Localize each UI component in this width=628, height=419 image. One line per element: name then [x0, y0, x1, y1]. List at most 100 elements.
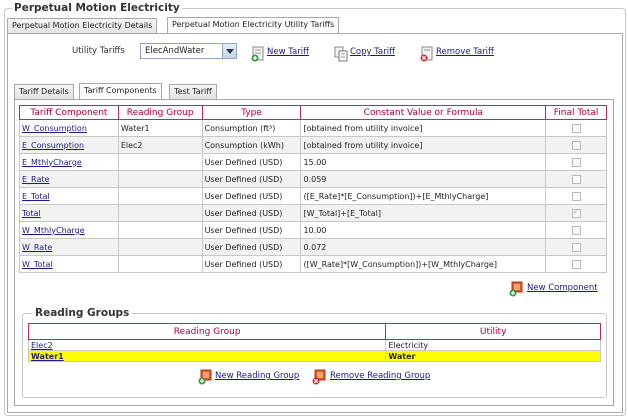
final-total-checkbox[interactable] — [571, 157, 581, 167]
remove-reading-group-icon[interactable] — [311, 369, 327, 385]
final-total-cell — [545, 153, 607, 171]
reading-group-cell — [117, 221, 203, 239]
table-row-selected[interactable]: Water1 Water — [27, 350, 601, 362]
type-cell: User Defined (USD) — [201, 153, 302, 171]
final-total-cell — [545, 119, 607, 137]
final-total-cell — [545, 170, 607, 188]
component-link[interactable]: W_Total — [19, 255, 119, 273]
column-header-final-total[interactable]: Final Total — [545, 105, 607, 120]
final-total-cell — [545, 238, 607, 256]
type-cell: Consumption (ft³) — [201, 119, 302, 137]
new-tariff-link[interactable]: New Tariff — [267, 47, 309, 57]
new-component-icon[interactable] — [508, 281, 524, 297]
final-total-cell — [545, 136, 607, 154]
reading-group-link[interactable]: Water1 — [27, 350, 387, 362]
tab-utility-tariffs[interactable]: Perpetual Motion Electricity Utility Tar… — [167, 17, 340, 33]
remove-reading-group-link[interactable]: Remove Reading Group — [330, 371, 430, 381]
value-cell: 0.072 — [300, 238, 547, 256]
type-cell: Consumption (kWh) — [201, 136, 302, 154]
column-header-utility[interactable]: Utility — [385, 323, 601, 340]
utility-cell: Water — [385, 350, 601, 362]
chevron-down-icon[interactable] — [222, 44, 236, 58]
component-link[interactable]: E_Rate — [19, 170, 119, 188]
utility-tariffs-label: Utility Tariffs — [72, 46, 125, 56]
value-cell: 0.059 — [300, 170, 547, 188]
column-header-reading-group[interactable]: Reading Group — [117, 105, 203, 120]
value-cell: [obtained from utility invoice] — [300, 119, 547, 137]
reading-group-cell — [117, 238, 203, 256]
table-row[interactable]: Total User Defined (USD) [W_Total]+[E_To… — [19, 204, 607, 222]
component-link[interactable]: E_MthlyCharge — [19, 153, 119, 171]
final-total-checkbox[interactable] — [571, 225, 581, 235]
page-title: Perpetual Motion Electricity — [12, 2, 182, 14]
reading-groups-title: Reading Groups — [32, 307, 133, 319]
final-total-cell — [545, 187, 607, 205]
new-reading-group-icon[interactable] — [197, 369, 213, 385]
tab-tariff-details[interactable]: Tariff Details — [14, 84, 74, 99]
final-total-checkbox[interactable] — [571, 242, 581, 252]
component-link[interactable]: W_MthlyCharge — [19, 221, 119, 239]
reading-groups-table: Reading Group Utility Elec2 Electricity … — [27, 323, 601, 362]
tab-tariff-components[interactable]: Tariff Components — [79, 83, 162, 99]
value-cell: ([E_Rate]*[E_Consumption])+[E_MthlyCharg… — [300, 187, 547, 205]
value-cell: [obtained from utility invoice] — [300, 136, 547, 154]
utility-tariffs-selected: ElecAndWater — [145, 46, 205, 56]
final-total-cell — [545, 221, 607, 239]
table-row[interactable]: E_Consumption Elec2 Consumption (kWh) [o… — [19, 136, 607, 154]
component-link[interactable]: Total — [19, 204, 119, 222]
table-row[interactable]: W_Consumption Water1 Consumption (ft³) [… — [19, 119, 607, 137]
table-row[interactable]: E_MthlyCharge User Defined (USD) 15.00 — [19, 153, 607, 171]
value-cell: 15.00 — [300, 153, 547, 171]
value-cell: ([W_Rate]*[W_Consumption])+[W_MthlyCharg… — [300, 255, 547, 273]
table-row[interactable]: W_MthlyCharge User Defined (USD) 10.00 — [19, 221, 607, 239]
new-component-link[interactable]: New Component — [527, 283, 598, 293]
component-link[interactable]: W_Rate — [19, 238, 119, 256]
utility-tariffs-select[interactable]: ElecAndWater — [140, 43, 237, 59]
reading-group-cell — [117, 170, 203, 188]
final-total-checkbox[interactable] — [571, 207, 581, 218]
copy-tariff-link[interactable]: Copy Tariff — [350, 47, 395, 57]
new-reading-group-link[interactable]: New Reading Group — [215, 371, 299, 381]
column-header-type[interactable]: Type — [201, 105, 302, 120]
utility-cell: Electricity — [385, 339, 601, 351]
component-link[interactable]: E_Consumption — [19, 136, 119, 154]
final-total-checkbox[interactable] — [571, 191, 581, 201]
tab-details[interactable]: Perpetual Motion Electricity Details — [7, 18, 158, 33]
reading-group-cell: Elec2 — [117, 136, 203, 154]
remove-tariff-icon[interactable] — [419, 46, 435, 62]
table-row[interactable]: E_Total User Defined (USD) ([E_Rate]*[E_… — [19, 187, 607, 205]
table-row[interactable]: W_Rate User Defined (USD) 0.072 — [19, 238, 607, 256]
type-cell: User Defined (USD) — [201, 187, 302, 205]
component-link[interactable]: E_Total — [19, 187, 119, 205]
reading-group-link[interactable]: Elec2 — [27, 339, 387, 351]
reading-group-cell: Water1 — [117, 119, 203, 137]
final-total-cell — [545, 204, 607, 222]
final-total-checkbox[interactable] — [571, 123, 581, 133]
table-row[interactable]: W_Total User Defined (USD) ([W_Rate]*[W_… — [19, 255, 607, 273]
type-cell: User Defined (USD) — [201, 170, 302, 188]
final-total-cell — [545, 255, 607, 273]
reading-group-cell — [117, 204, 203, 222]
type-cell: User Defined (USD) — [201, 255, 302, 273]
component-link[interactable]: W_Consumption — [19, 119, 119, 137]
copy-tariff-icon[interactable] — [333, 46, 349, 62]
table-row[interactable]: Elec2 Electricity — [27, 339, 601, 351]
reading-group-cell — [117, 255, 203, 273]
remove-tariff-link[interactable]: Remove Tariff — [436, 47, 494, 57]
final-total-checkbox[interactable] — [571, 140, 581, 150]
column-header-component[interactable]: Tariff Component — [19, 105, 119, 120]
value-cell: 10.00 — [300, 221, 547, 239]
final-total-checkbox[interactable] — [571, 259, 581, 269]
column-header-value[interactable]: Constant Value or Formula — [300, 105, 547, 120]
final-total-checkbox[interactable] — [571, 174, 581, 184]
type-cell: User Defined (USD) — [201, 238, 302, 256]
reading-group-cell — [117, 187, 203, 205]
table-row[interactable]: E_Rate User Defined (USD) 0.059 — [19, 170, 607, 188]
value-cell: [W_Total]+[E_Total] — [300, 204, 547, 222]
reading-group-cell — [117, 153, 203, 171]
new-tariff-icon[interactable] — [250, 46, 266, 62]
column-header-reading-group[interactable]: Reading Group — [27, 323, 387, 340]
type-cell: User Defined (USD) — [201, 221, 302, 239]
tab-test-tariff[interactable]: Test Tariff — [169, 84, 217, 99]
type-cell: User Defined (USD) — [201, 204, 302, 222]
